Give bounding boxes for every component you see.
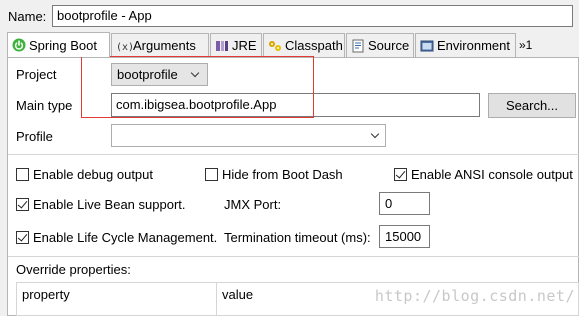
jmx-port-label: JMX Port: [224, 197, 282, 212]
name-input[interactable]: bootprofile - App [52, 5, 573, 27]
jre-icon [215, 39, 229, 53]
checkbox-label: Hide from Boot Dash [222, 167, 343, 182]
separator [8, 256, 579, 257]
tab-label: JRE [232, 38, 257, 53]
tab-source[interactable]: Source [346, 33, 414, 57]
jmx-port-input[interactable]: 0 [379, 192, 430, 215]
project-select[interactable]: bootprofile [111, 63, 208, 86]
arguments-icon: (x)= [116, 39, 140, 53]
tab-bar: Spring Boot (x)= Arguments JRE Classpath… [7, 32, 579, 57]
name-label: Name: [8, 9, 47, 24]
separator [8, 154, 579, 155]
profile-select[interactable] [111, 124, 386, 147]
termination-timeout-input[interactable]: 15000 [379, 225, 430, 248]
search-button[interactable]: Search... [488, 93, 576, 118]
live-bean-checkbox[interactable]: Enable Live Bean support. [16, 197, 186, 212]
tab-environment[interactable]: Environment [415, 33, 516, 57]
overflow-label: »1 [519, 38, 533, 52]
tab-label: Source [368, 38, 410, 53]
checkbox-label: Enable Life Cycle Management. [33, 230, 218, 245]
chevron-down-icon [370, 129, 380, 139]
source-icon [351, 39, 365, 53]
column-divider [216, 282, 217, 316]
environment-icon [420, 39, 434, 53]
profile-label: Profile [16, 129, 53, 144]
svg-text:(x)=: (x)= [116, 42, 132, 53]
project-value: bootprofile [117, 67, 178, 82]
checkbox-box[interactable] [16, 231, 29, 244]
tab-label: Classpath [285, 38, 343, 53]
project-label: Project [16, 67, 57, 82]
checkbox-box[interactable] [16, 168, 29, 181]
checkbox-label: Enable debug output [33, 167, 153, 182]
column-header-value[interactable]: value [222, 287, 253, 302]
debug-checkbox[interactable]: Enable debug output [16, 167, 153, 182]
tab-overflow[interactable]: »1 [517, 33, 539, 57]
hide-boot-dash-checkbox[interactable]: Hide from Boot Dash [205, 167, 343, 182]
checkbox-box[interactable] [16, 198, 29, 211]
checkbox-box[interactable] [394, 168, 407, 181]
checkbox-label: Enable ANSI console output [411, 167, 573, 182]
chevron-down-icon [190, 68, 200, 78]
main-type-label: Main type [16, 98, 73, 113]
tab-jre[interactable]: JRE [210, 33, 262, 57]
tab-arguments[interactable]: (x)= Arguments [111, 33, 209, 57]
termination-timeout-label: Termination timeout (ms): [224, 230, 371, 245]
tab-label: Environment [437, 38, 510, 53]
classpath-icon [268, 39, 282, 53]
tab-label: Spring Boot [29, 37, 97, 53]
watermark: http://blog.csdn.net/ [374, 287, 575, 305]
life-cycle-checkbox[interactable]: Enable Life Cycle Management. [16, 230, 217, 245]
main-type-input[interactable]: com.ibigsea.bootprofile.App [111, 93, 480, 117]
checkbox-box[interactable] [205, 168, 218, 181]
checkbox-label: Enable Live Bean support. [33, 197, 186, 212]
tab-classpath[interactable]: Classpath [263, 33, 345, 57]
ansi-checkbox[interactable]: Enable ANSI console output [394, 167, 573, 182]
spring-boot-icon [12, 38, 26, 52]
tab-label: Arguments [133, 38, 196, 53]
override-properties-label: Override properties: [16, 262, 131, 277]
tab-spring-boot[interactable]: Spring Boot [7, 32, 110, 57]
column-header-property[interactable]: property [22, 287, 70, 302]
